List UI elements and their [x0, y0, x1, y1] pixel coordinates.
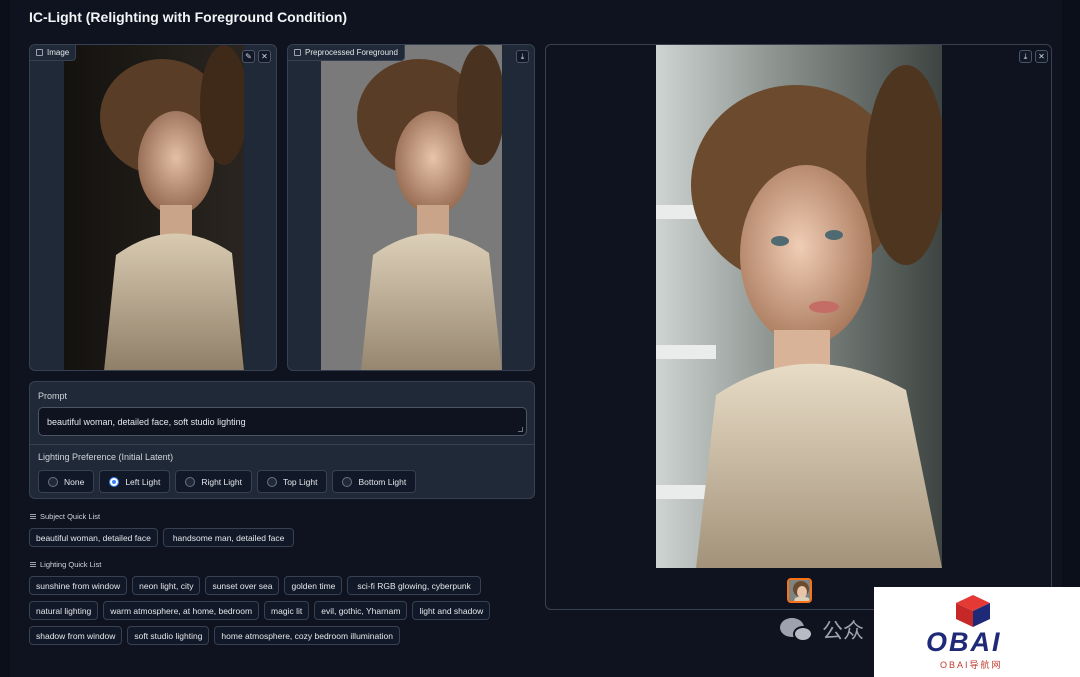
lighting-chip-row-2: natural lighting warm atmosphere, at hom…	[29, 601, 491, 620]
lighting-chip[interactable]: sci-fi RGB glowing, cyberpunk	[347, 576, 481, 595]
image-icon	[294, 49, 301, 56]
prompt-value: beautiful woman, detailed face, soft stu…	[47, 417, 246, 427]
brand-subtitle: OBAI导航网	[940, 660, 1003, 670]
lighting-chip[interactable]: natural lighting	[29, 601, 99, 620]
lighting-chip[interactable]: light and shadow	[412, 601, 491, 620]
lighting-chip[interactable]: warm atmosphere, at home, bedroom	[103, 601, 260, 620]
brand-watermark: OBAI OBAI导航网	[874, 587, 1080, 677]
input-photo	[64, 45, 244, 370]
lighting-label: Lighting Preference (Initial Latent)	[38, 452, 174, 462]
preprocessed-photo	[321, 45, 502, 370]
clear-input-button[interactable]: ✕	[258, 50, 271, 63]
resize-grip[interactable]	[518, 427, 523, 432]
lighting-chip-row-3: shadow from window soft studio lighting …	[29, 626, 400, 645]
radio-top-light[interactable]: Top Light	[256, 470, 328, 493]
lighting-chip[interactable]: sunshine from window	[29, 576, 128, 595]
radio-label: Top Light	[282, 476, 318, 487]
input-image-label: Image	[30, 45, 77, 61]
lighting-chip[interactable]: sunset over sea	[205, 576, 280, 595]
download-icon: ⤓	[520, 52, 525, 61]
subject-list-label-text: Subject Quick List	[40, 512, 101, 521]
download-preprocessed-button[interactable]: ⤓	[516, 50, 529, 63]
card-divider	[30, 444, 534, 445]
lighting-list-label-text: Lighting Quick List	[40, 560, 102, 569]
list-icon	[30, 514, 36, 519]
radio-left-light[interactable]: Left Light	[99, 470, 171, 493]
radio-label: None	[64, 476, 85, 487]
app-title: IC-Light (Relighting with Foreground Con…	[29, 9, 348, 25]
lighting-list-label: Lighting Quick List	[30, 560, 101, 569]
download-icon: ⤓	[1023, 52, 1028, 61]
subject-list-label: Subject Quick List	[30, 512, 100, 521]
close-icon: ✕	[1038, 52, 1045, 61]
radio-none[interactable]: None	[38, 470, 95, 493]
close-icon: ✕	[261, 52, 268, 61]
radio-bottom-light[interactable]: Bottom Light	[332, 470, 417, 493]
wechat-watermark: 公众	[780, 615, 864, 645]
list-icon	[30, 562, 36, 567]
input-image-block[interactable]: Image ✎ ✕	[29, 44, 277, 371]
prompt-input[interactable]: beautiful woman, detailed face, soft stu…	[38, 407, 527, 436]
lighting-chip[interactable]: evil, gothic, Yharnam	[314, 601, 408, 620]
subject-chip-row: beautiful woman, detailed face handsome …	[29, 528, 295, 547]
lighting-chip[interactable]: neon light, city	[132, 576, 201, 595]
cube-logo-icon	[956, 595, 990, 627]
radio-dot	[266, 476, 277, 487]
input-image-label-text: Image	[47, 48, 70, 57]
output-photo[interactable]	[656, 45, 942, 568]
radio-dot	[185, 476, 196, 487]
radio-right-light[interactable]: Right Light	[175, 470, 252, 493]
lighting-chip-row-1: sunshine from window neon light, city su…	[29, 576, 481, 595]
lighting-chip[interactable]: soft studio lighting	[127, 626, 210, 645]
subject-chip[interactable]: handsome man, detailed face	[162, 528, 295, 547]
radio-dot	[342, 476, 353, 487]
radio-dot-selected	[109, 476, 120, 487]
radio-label: Bottom Light	[358, 476, 407, 487]
prompt-card: Prompt beautiful woman, detailed face, s…	[29, 381, 535, 499]
subject-chip[interactable]: beautiful woman, detailed face	[29, 528, 158, 547]
radio-label: Right Light	[201, 476, 242, 487]
preprocessed-label-text: Preprocessed Foreground	[305, 48, 398, 57]
preprocessed-label: Preprocessed Foreground	[288, 45, 405, 61]
lighting-radio-group: None Left Light Right Light Top Light Bo…	[38, 470, 417, 493]
pencil-icon: ✎	[245, 52, 252, 61]
preprocessed-block[interactable]: Preprocessed Foreground ⤓	[287, 44, 535, 371]
lighting-chip[interactable]: golden time	[284, 576, 343, 595]
radio-dot	[48, 476, 58, 487]
wechat-icon	[780, 616, 816, 644]
radio-label: Left Light	[125, 476, 161, 487]
download-output-button[interactable]: ⤓	[1019, 50, 1032, 63]
image-icon	[36, 49, 43, 56]
gallery-thumbnail[interactable]	[787, 578, 812, 603]
lighting-chip[interactable]: magic lit	[264, 601, 310, 620]
prompt-label: Prompt	[38, 391, 68, 401]
wechat-watermark-text: 公众	[822, 620, 864, 643]
edit-button[interactable]: ✎	[242, 50, 255, 63]
brand-name: OBAI	[926, 627, 1002, 657]
lighting-chip[interactable]: shadow from window	[29, 626, 123, 645]
output-gallery: ⤓ ✕	[545, 44, 1052, 610]
lighting-chip[interactable]: home atmosphere, cozy bedroom illuminati…	[214, 626, 400, 645]
clear-output-button[interactable]: ✕	[1035, 50, 1048, 63]
